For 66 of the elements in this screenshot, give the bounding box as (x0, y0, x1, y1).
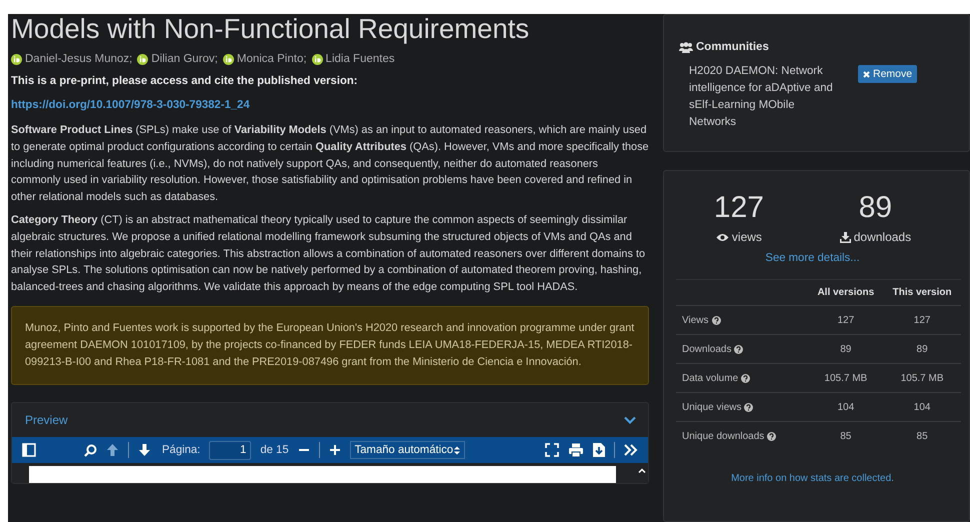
print-icon[interactable] (568, 443, 584, 458)
download-icon (840, 232, 851, 242)
zoom-select[interactable]: Tamaño automático (350, 441, 466, 460)
author-name[interactable]: Lidia Fuentes (326, 53, 395, 65)
downloads-count: 89 (858, 191, 892, 225)
zoom-in-icon[interactable] (328, 444, 341, 456)
table-cell: 104 (808, 392, 884, 422)
help-icon[interactable] (767, 432, 776, 440)
double-chevron-icon[interactable] (624, 444, 638, 456)
chevron-icon[interactable] (624, 416, 636, 424)
help-icon[interactable] (734, 344, 744, 354)
orcid-icon (11, 54, 22, 64)
table-cell: 104 (883, 392, 961, 422)
page-number-field[interactable]: 1 (209, 440, 252, 460)
arrow-down-icon[interactable] (138, 443, 151, 458)
remove-button[interactable]: Remove (858, 65, 918, 83)
download-document-icon[interactable] (593, 443, 605, 458)
sidebar-toggle-icon[interactable] (22, 443, 36, 458)
views-label: views (732, 230, 762, 244)
table-cell: 127 (883, 306, 961, 334)
fullscreen-icon[interactable] (545, 443, 559, 458)
community-name[interactable]: H2020 DAEMON: Network intelligence for aDAptive and sElf-Learning MObile Networks (689, 63, 834, 131)
author-name[interactable]: Monica Pinto; (236, 53, 307, 65)
row-label: Unique views (682, 402, 742, 412)
stats-info-link[interactable]: More info on how stats are collected. (676, 473, 949, 484)
table-cell: 85 (808, 422, 884, 450)
help-icon[interactable] (741, 374, 750, 382)
close-icon (863, 70, 870, 78)
author-name[interactable]: Daniel-Jesus Munoz; (25, 53, 132, 65)
doi-link[interactable]: https://doi.org/10.1007/978-3-030-79382-1_24 (11, 99, 250, 111)
see-more-details-link[interactable]: See more details... (676, 252, 949, 264)
row-label: Downloads (682, 344, 732, 354)
table-cell: 89 (808, 334, 884, 364)
row-label: Unique downloads (682, 430, 764, 442)
panel-title: Communities (696, 41, 769, 53)
record-title: Models with Non-Functional Requirements (11, 14, 530, 44)
preprint-notice: This is a pre-print, please access and cite the published version: (11, 75, 359, 87)
table-cell: 105.7 MB (883, 364, 961, 392)
table-cell: 127 (808, 306, 884, 334)
arrow-up-icon[interactable] (106, 443, 119, 458)
row-label: Views (682, 314, 708, 326)
row-label: Data volume (682, 372, 738, 384)
page-label: Página: (162, 444, 200, 456)
help-icon[interactable] (744, 402, 754, 412)
search-icon[interactable] (84, 444, 97, 457)
author-name[interactable]: Dilian Gurov; (151, 53, 218, 65)
abstract-paragraph: Category Theory (CT) is an abstract mathematical theory typically used to capture the common aspects of seemingly dissimilar algebraic structures. We propose a unified relational modelling framework subsuming the structured objects of VMs and QAs and their relationships into algebraic categories. This abstraction allows a combination of automated reasoners over different domains to analyse SPLs. The solutions optimisation can now be natively performed by a combination of automated theorem proving, hashing, balanced-trees and chasing algorithms. We validate this approach by means of the edge computing SPL tool HADAS. (11, 212, 646, 296)
abstract-paragraph: Software Product Lines (SPLs) make use of Variability Models (VMs) as an input to automated reasoners, which are mainly used to generate optimal product configurations according to certain Quality Attributes (QAs). However, VMs and more specifically those including numerical features (i.e., NVMs), do not natively support QAs, and consequently, neither do automated reasoners commonly used in variability resolution. However, those satisfiability and optimisation problems have been covered and refined in other relational models such as databases. (11, 123, 649, 206)
sort-arrows-icon (454, 446, 460, 455)
downloads-label: downloads (854, 230, 912, 244)
orcid-icon (312, 54, 323, 64)
column-header: This version (883, 280, 961, 306)
caret-up-icon[interactable] (638, 468, 646, 474)
page-total: de 15 (260, 444, 289, 456)
eye-icon (716, 232, 729, 242)
table-cell: 89 (883, 334, 961, 364)
table-cell: 105.7 MB (808, 364, 884, 392)
column-header: All versions (808, 280, 884, 306)
preview-title[interactable]: Preview (25, 413, 68, 428)
orcid-icon (222, 54, 234, 64)
funding-notice: Munoz, Pinto and Fuentes work is supported by the European Union's H2020 research and innovation programme under grant agreement DAEMON 101017109, by the projects co-financed by FEDER funds LEIA UMA18-FEDERJA-15, MEDEA RTI2018-099213-B-I00 and Rhea P18-FR-1081 and the PRE2019-087496 grant from the Ministerio de Ciencia e Innovación. (11, 306, 649, 386)
help-icon[interactable] (712, 316, 720, 324)
views-count: 127 (714, 191, 764, 225)
table-cell: 85 (883, 422, 961, 450)
users-icon (679, 42, 693, 52)
orcid-icon (137, 54, 148, 64)
